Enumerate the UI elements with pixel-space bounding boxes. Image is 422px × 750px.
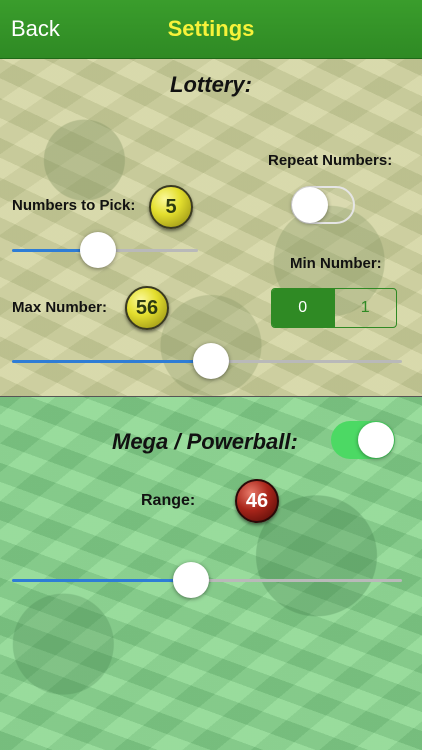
navigation-bar: Back Settings bbox=[0, 0, 422, 59]
max-number-label: Max Number: bbox=[12, 299, 108, 316]
max-number-ball: 56 bbox=[125, 286, 169, 330]
slider-fill bbox=[12, 360, 211, 363]
min-number-segmented-control[interactable]: 0 1 bbox=[271, 288, 397, 328]
slider-fill bbox=[12, 579, 192, 582]
page-title: Settings bbox=[167, 16, 255, 41]
range-slider[interactable] bbox=[12, 562, 402, 598]
slider-thumb[interactable] bbox=[79, 232, 116, 268]
min-number-label: Min Number: bbox=[290, 255, 382, 272]
min-number-option-1[interactable]: 1 bbox=[333, 289, 397, 327]
switch-knob bbox=[292, 187, 328, 223]
numbers-to-pick-slider[interactable] bbox=[12, 232, 198, 268]
max-number-slider[interactable] bbox=[12, 343, 402, 379]
slider-thumb[interactable] bbox=[192, 343, 229, 379]
min-number-option-0[interactable]: 0 bbox=[272, 289, 334, 327]
mega-powerball-heading: Mega / Powerball: bbox=[112, 429, 298, 454]
repeat-numbers-switch[interactable] bbox=[291, 186, 355, 224]
slider-thumb[interactable] bbox=[173, 562, 210, 598]
range-label: Range: bbox=[141, 492, 196, 509]
range-ball: 46 bbox=[235, 479, 279, 523]
switch-knob bbox=[358, 422, 394, 458]
numbers-to-pick-label: Numbers to Pick: bbox=[12, 197, 136, 214]
lottery-heading: Lottery: bbox=[170, 72, 252, 97]
repeat-numbers-label: Repeat Numbers: bbox=[268, 152, 393, 169]
numbers-to-pick-ball: 5 bbox=[149, 185, 193, 229]
mega-powerball-switch[interactable] bbox=[331, 421, 395, 459]
